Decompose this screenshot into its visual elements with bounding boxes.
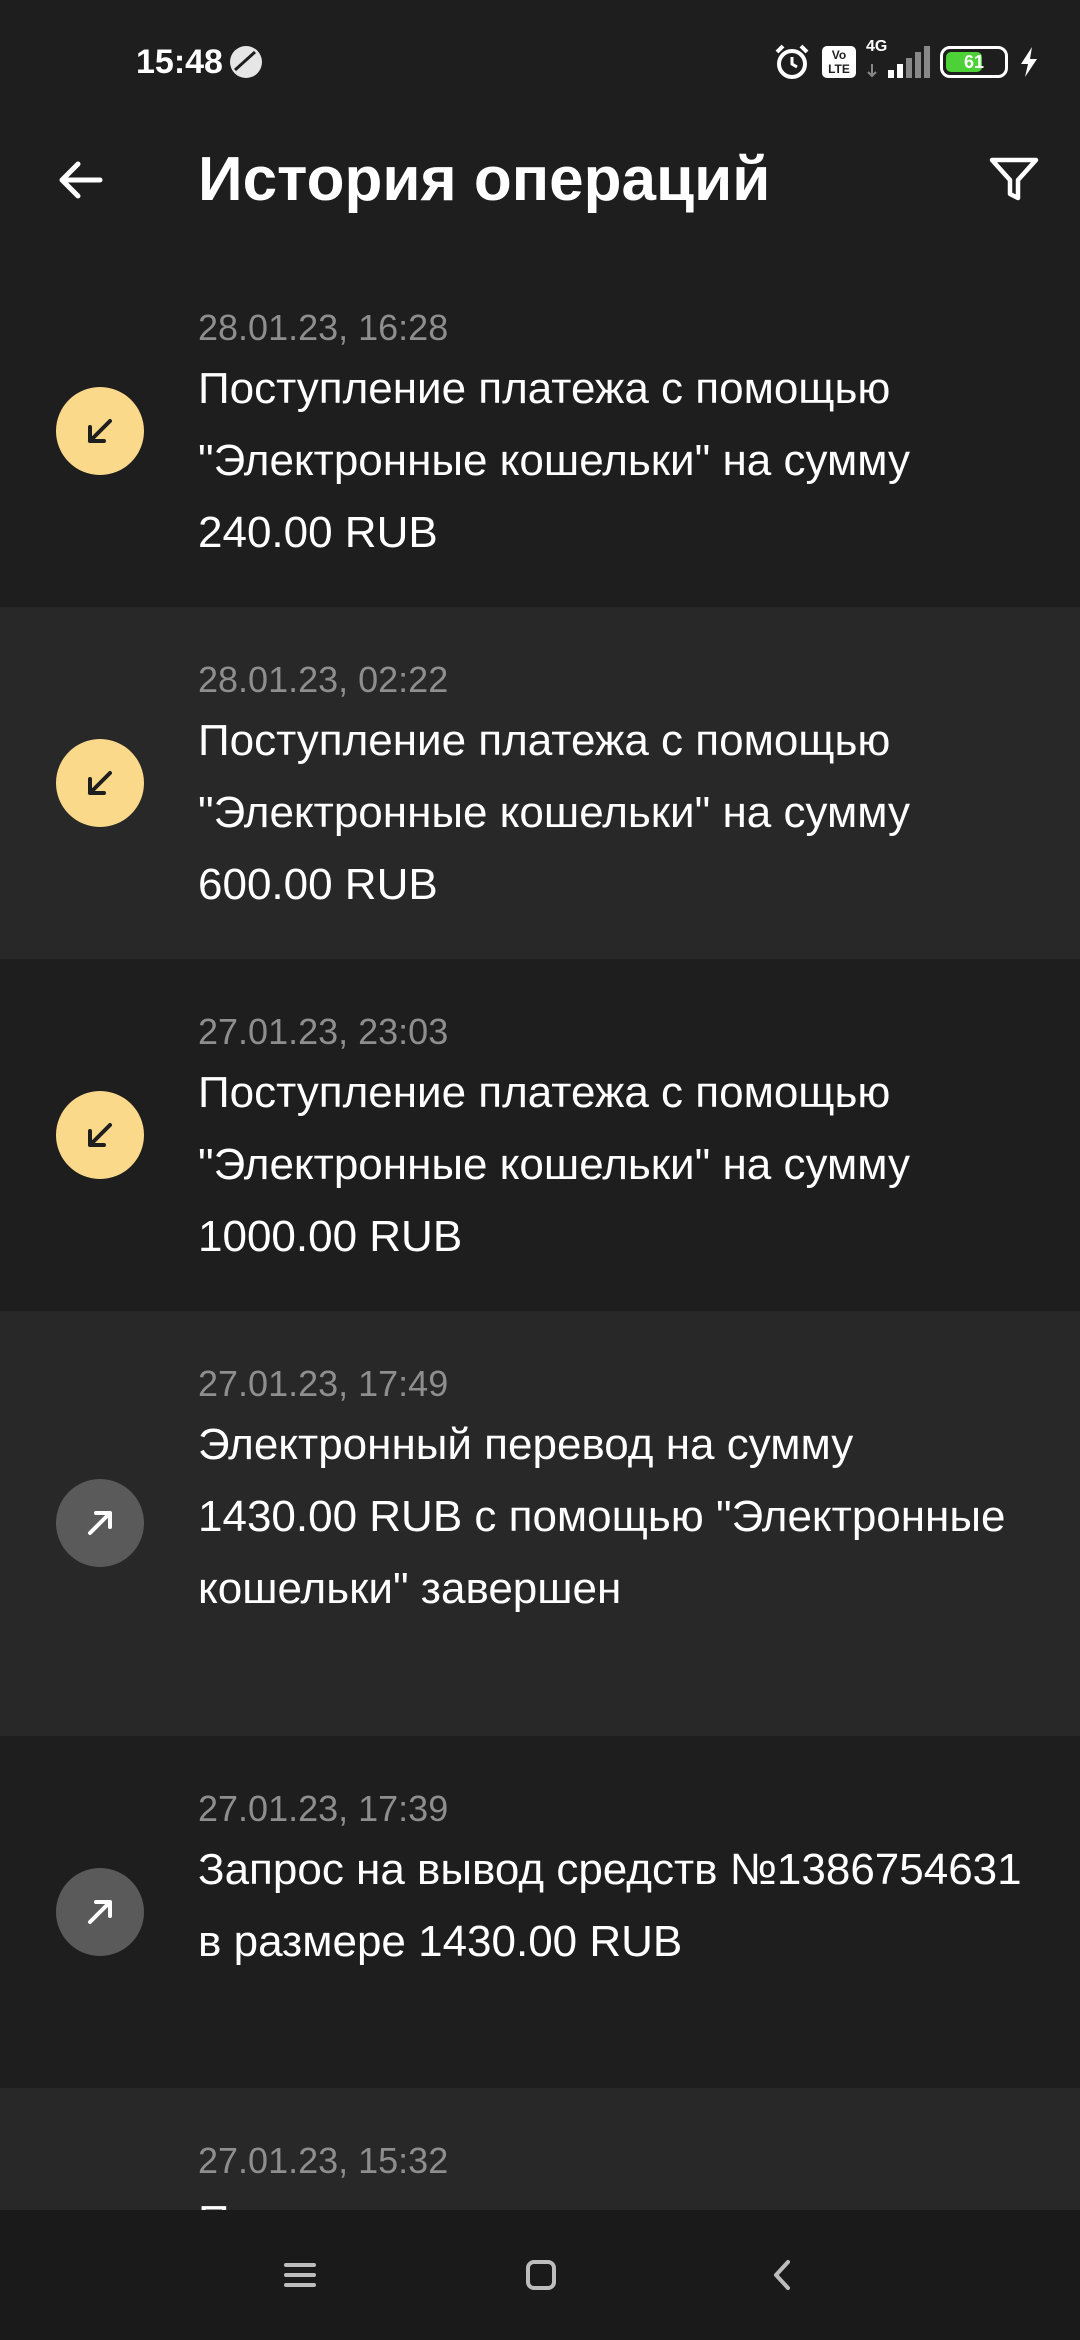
battery-icon: 61 xyxy=(940,46,1008,78)
transaction-date: 27.01.23, 17:49 xyxy=(198,1363,449,1404)
recent-apps-button[interactable] xyxy=(270,2245,330,2305)
alarm-icon xyxy=(775,44,809,79)
volte-icon: Vo LTE xyxy=(822,46,856,78)
filter-icon xyxy=(989,157,1039,201)
page-title: История операций xyxy=(198,145,771,214)
transaction-list[interactable]: 28.01.23, 16:28 Поступление платежа с по… xyxy=(0,255,1080,2210)
arrow-down-left-icon xyxy=(88,771,112,795)
transaction-description: Поступление платежа с помощью "Электронн… xyxy=(198,1068,910,1261)
battery-level: 61 xyxy=(963,52,985,72)
transaction-description: Электронный перевод на сумму 1430.00 RUB… xyxy=(198,1420,1006,1613)
volte-label: Vo LTE xyxy=(828,48,850,76)
status-time: 15:48 xyxy=(136,43,223,81)
transaction-description: Поступление платежа с помощью xyxy=(198,2186,1024,2210)
incoming-badge xyxy=(56,387,144,475)
transaction-description: Поступление платежа с помощью "Электронн… xyxy=(198,716,910,909)
transaction-description: Запрос на вывод средств №1386754631 в ра… xyxy=(198,1845,1022,1966)
transaction-row[interactable]: 27.01.23, 23:03 Поступление платежа с по… xyxy=(0,959,1080,1311)
transaction-date: 28.01.23, 02:22 xyxy=(198,659,449,700)
back-nav-button[interactable] xyxy=(752,2245,812,2305)
transaction-date: 28.01.23, 16:28 xyxy=(198,307,449,348)
home-button[interactable] xyxy=(511,2245,571,2305)
incoming-badge xyxy=(56,1091,144,1179)
transaction-description: Поступление платежа с помощью "Электронн… xyxy=(198,364,910,557)
arrow-up-right-icon xyxy=(88,1900,112,1924)
filter-button[interactable] xyxy=(974,140,1054,220)
charging-icon xyxy=(1021,47,1037,77)
transaction-date: 27.01.23, 15:32 xyxy=(198,2140,449,2181)
transaction-row[interactable]: 27.01.23, 17:49 Электронный перевод на с… xyxy=(0,1311,1080,1736)
outgoing-badge xyxy=(56,1868,144,1956)
status-icons: Vo LTE 4G 61 xyxy=(772,38,1040,84)
transaction-row[interactable]: 27.01.23, 15:32 Поступление платежа с по… xyxy=(0,2088,1080,2210)
transaction-row[interactable]: 28.01.23, 16:28 Поступление платежа с по… xyxy=(0,255,1080,607)
signal-icon: 4G xyxy=(866,38,930,82)
transaction-row[interactable]: 27.01.23, 17:39 Запрос на вывод средств … xyxy=(0,1736,1080,2088)
arrow-down-left-icon xyxy=(88,1123,112,1147)
square-icon xyxy=(526,2260,556,2290)
chevron-left-icon xyxy=(774,2260,790,2290)
system-nav-bar xyxy=(0,2210,1080,2340)
incoming-badge xyxy=(56,739,144,827)
app-bar: История операций xyxy=(0,120,1080,240)
outgoing-badge xyxy=(56,1479,144,1567)
arrow-down-left-icon xyxy=(88,419,112,443)
transaction-date: 27.01.23, 17:39 xyxy=(198,1788,449,1829)
do-not-disturb-icon xyxy=(230,46,262,78)
transaction-date: 27.01.23, 23:03 xyxy=(198,1011,449,1052)
status-bar: 15:48 Vo LTE 4G 61 xyxy=(0,0,1080,120)
transaction-row[interactable]: 28.01.23, 02:22 Поступление платежа с по… xyxy=(0,607,1080,959)
arrow-left-icon xyxy=(59,161,103,199)
arrow-up-right-icon xyxy=(88,1511,112,1535)
back-button[interactable] xyxy=(40,140,120,220)
menu-icon xyxy=(284,2263,316,2287)
